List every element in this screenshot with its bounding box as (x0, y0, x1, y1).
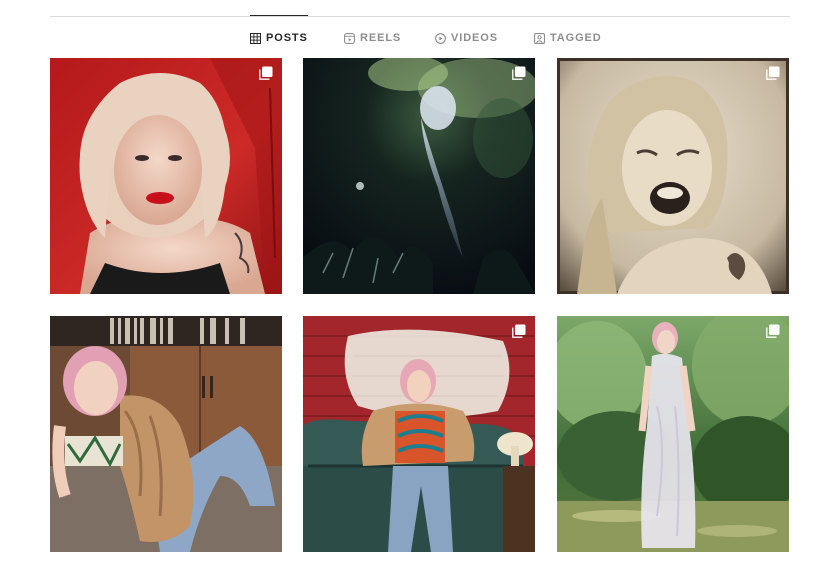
profile-posts-page: POSTS REELS VIDEOS TAGGED (0, 0, 830, 569)
post-thumbnail[interactable] (557, 58, 789, 294)
post-thumbnail[interactable] (557, 316, 789, 552)
post-thumbnail[interactable] (50, 316, 282, 552)
tab-posts[interactable]: POSTS (250, 15, 308, 60)
tab-tagged-label: TAGGED (550, 32, 602, 44)
multiple-images-icon (259, 66, 273, 80)
reels-icon (344, 32, 355, 44)
tab-tagged[interactable]: TAGGED (534, 16, 602, 60)
tab-reels-label: REELS (360, 32, 402, 44)
post-thumbnail[interactable] (50, 58, 282, 294)
post-thumbnail[interactable] (303, 316, 535, 552)
post-thumbnail[interactable] (303, 58, 535, 294)
multiple-images-icon (766, 324, 780, 338)
profile-tabs: POSTS REELS VIDEOS TAGGED (0, 15, 830, 60)
post-photo (50, 58, 282, 294)
multiple-images-icon (512, 324, 526, 338)
tab-videos-label: VIDEOS (451, 32, 498, 44)
post-photo (557, 316, 789, 552)
multiple-images-icon (512, 66, 526, 80)
post-photo (557, 58, 789, 294)
post-photo (50, 316, 282, 552)
tab-videos[interactable]: VIDEOS (435, 16, 498, 60)
multiple-images-icon (766, 66, 780, 80)
tagged-person-icon (534, 32, 545, 44)
tab-posts-label: POSTS (266, 32, 308, 44)
video-play-icon (435, 32, 446, 44)
post-photo (303, 316, 535, 552)
grid-icon (250, 32, 261, 44)
tab-reels[interactable]: REELS (344, 16, 401, 60)
post-photo (303, 58, 535, 294)
